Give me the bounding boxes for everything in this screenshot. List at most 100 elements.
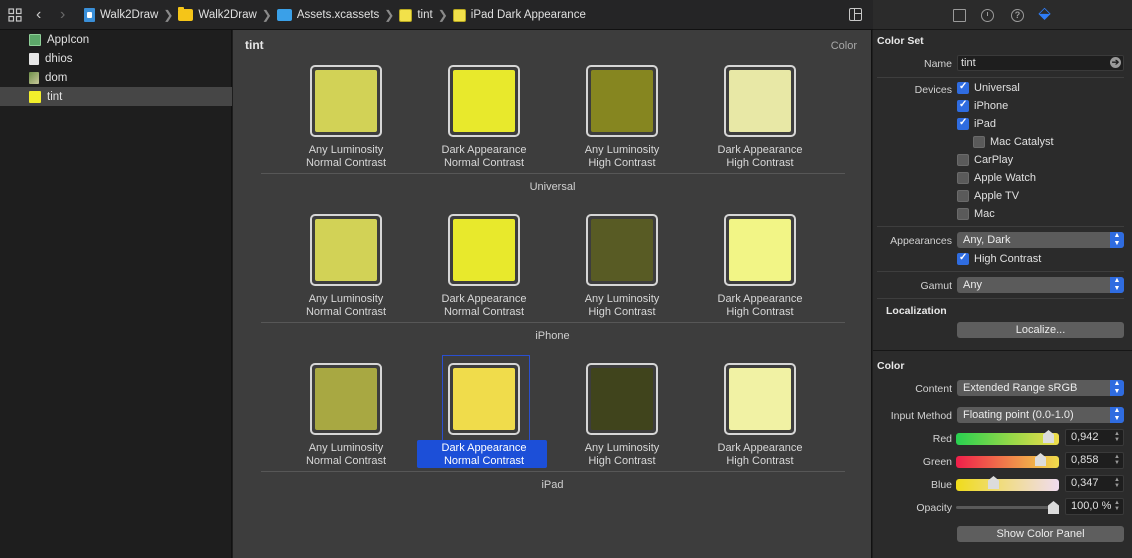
green-label: Green xyxy=(922,456,952,468)
navigator-item-tint[interactable]: tint xyxy=(0,87,232,106)
color-well[interactable]: Any Luminosity High Contrast xyxy=(561,363,681,473)
forward-chevron-icon[interactable]: › xyxy=(60,6,65,24)
localize-button[interactable]: Localize... xyxy=(957,322,1124,338)
blue-label: Blue xyxy=(930,479,952,491)
breadcrumb-item-project[interactable]: Walk2Draw xyxy=(84,8,158,22)
section-title-localization: Localization xyxy=(886,305,947,317)
checkbox-label: CarPlay xyxy=(974,154,1014,166)
breadcrumb-item-folder[interactable]: Walk2Draw xyxy=(178,7,257,21)
breadcrumb-item-assets[interactable]: Assets.xcassets xyxy=(276,9,379,21)
popup-chevrons-icon: ▲ ▼ xyxy=(1110,232,1124,248)
history-inspector-icon[interactable] xyxy=(981,9,994,22)
color-well[interactable]: Any Luminosity Normal Contrast xyxy=(285,214,405,324)
appearances-popup[interactable]: Any, Dark ▲ ▼ xyxy=(957,232,1124,248)
color-well[interactable]: Any Luminosity Normal Contrast xyxy=(285,363,405,473)
breadcrumb-item-tint[interactable]: tint xyxy=(399,8,433,22)
image-thumbnail-icon xyxy=(29,71,39,84)
breadcrumb-separator-icon: ❯ xyxy=(437,8,448,22)
content-label: Content xyxy=(915,383,952,395)
go-arrow-icon[interactable]: ➔ xyxy=(1110,57,1121,68)
divider xyxy=(877,271,1124,272)
group-label-ipad: iPad xyxy=(541,479,564,491)
device-ipad-checkbox[interactable]: iPad xyxy=(957,117,996,130)
navigator-item-appicon[interactable]: AppIcon xyxy=(0,30,232,49)
blue-slider[interactable] xyxy=(956,476,1059,491)
well-label-line1: Dark Appearance xyxy=(441,293,527,305)
color-well[interactable]: Any Luminosity Normal Contrast xyxy=(285,65,405,175)
well-label-line1: Any Luminosity xyxy=(584,144,660,156)
related-items-grid-icon[interactable] xyxy=(8,8,22,22)
slider-knob-icon[interactable] xyxy=(988,476,999,489)
opacity-slider[interactable] xyxy=(956,501,1059,514)
asset-catalog-icon xyxy=(276,9,292,21)
gamut-popup[interactable]: Any ▲ ▼ xyxy=(957,277,1124,293)
color-swatch xyxy=(591,368,653,430)
well-label: Any Luminosity High Contrast xyxy=(561,442,683,468)
color-set-icon xyxy=(452,8,466,22)
color-well-selected[interactable]: Dark Appearance Normal Contrast xyxy=(417,355,547,473)
device-universal-checkbox[interactable]: Universal xyxy=(957,81,1020,94)
checkbox-checked-icon xyxy=(957,81,969,94)
inspector-tab-bar: ? ⬙ xyxy=(873,0,1132,30)
color-well[interactable]: Dark Appearance Normal Contrast xyxy=(423,214,543,324)
stepper-icon[interactable]: ▲ ▼ xyxy=(1113,454,1121,467)
blue-value-field[interactable]: 0,347 ▲ ▼ xyxy=(1065,475,1124,492)
well-label: Dark Appearance High Contrast xyxy=(699,144,821,170)
opacity-value-field[interactable]: 100,0 % ▲ ▼ xyxy=(1065,498,1124,515)
device-apple-tv-checkbox[interactable]: Apple TV xyxy=(957,190,1019,202)
back-chevron-icon[interactable]: ‹ xyxy=(36,6,41,24)
slider-knob-icon[interactable] xyxy=(1035,453,1046,466)
name-label: Name xyxy=(923,58,952,70)
navigator-item-dom[interactable]: dom xyxy=(0,68,232,87)
color-swatch xyxy=(315,219,377,281)
stepper-icon[interactable]: ▲ ▼ xyxy=(1113,500,1121,513)
green-slider[interactable] xyxy=(956,453,1059,468)
checkbox-unchecked-icon xyxy=(957,208,969,220)
breadcrumb-item-appearance[interactable]: iPad Dark Appearance xyxy=(452,8,586,22)
well-label-line1: Dark Appearance xyxy=(441,442,527,454)
name-value: tint xyxy=(961,57,976,69)
well-label: Any Luminosity High Contrast xyxy=(561,293,683,319)
device-iphone-checkbox[interactable]: iPhone xyxy=(957,99,1008,112)
color-well[interactable]: Dark Appearance Normal Contrast xyxy=(423,65,543,175)
attributes-inspector-icon[interactable]: ⬙ xyxy=(1038,6,1051,22)
color-well[interactable]: Any Luminosity High Contrast xyxy=(561,214,681,324)
stepper-icon[interactable]: ▲ ▼ xyxy=(1113,431,1121,444)
content-popup[interactable]: Extended Range sRGB ▲ ▼ xyxy=(957,380,1124,396)
show-color-panel-button[interactable]: Show Color Panel xyxy=(957,526,1124,542)
name-field[interactable]: tint ➔ xyxy=(957,55,1124,71)
asset-kind-label: Color xyxy=(830,40,857,52)
opacity-label: Opacity xyxy=(916,502,952,514)
device-mac-checkbox[interactable]: Mac xyxy=(957,208,995,220)
red-slider[interactable] xyxy=(956,430,1059,445)
stepper-icon[interactable]: ▲ ▼ xyxy=(1113,477,1121,490)
red-value-field[interactable]: 0,942 ▲ ▼ xyxy=(1065,429,1124,446)
green-value-field[interactable]: 0,858 ▲ ▼ xyxy=(1065,452,1124,469)
quick-help-icon[interactable]: ? xyxy=(1011,9,1024,22)
slider-knob-icon[interactable] xyxy=(1048,501,1059,514)
device-carplay-checkbox[interactable]: CarPlay xyxy=(957,154,1013,166)
input-method-popup[interactable]: Floating point (0.0-1.0) ▲ ▼ xyxy=(957,407,1124,423)
well-label-line2: High Contrast xyxy=(588,157,656,169)
color-well[interactable]: Any Luminosity High Contrast xyxy=(561,65,681,175)
file-inspector-icon[interactable] xyxy=(953,9,966,22)
color-swatch xyxy=(453,70,515,132)
color-set-title: tint xyxy=(245,38,264,52)
editor-jump-bar: ‹ › Walk2Draw ❯ Walk2Draw ❯ Assets.xcass… xyxy=(0,0,873,30)
section-title-color-set: Color Set xyxy=(877,35,924,47)
color-set-editor: tint Color Any Luminosity Normal Contrast… xyxy=(233,30,872,558)
color-well[interactable]: Dark Appearance High Contrast xyxy=(699,214,819,324)
color-well[interactable]: Dark Appearance High Contrast xyxy=(699,65,819,175)
group-divider xyxy=(261,173,845,174)
slider-knob-icon[interactable] xyxy=(1043,430,1054,443)
add-editor-split-icon[interactable] xyxy=(849,8,862,21)
breadcrumb-separator-icon: ❯ xyxy=(261,8,272,22)
high-contrast-checkbox[interactable]: High Contrast xyxy=(957,252,1041,265)
device-apple-watch-checkbox[interactable]: Apple Watch xyxy=(957,172,1036,184)
device-mac-catalyst-checkbox[interactable]: Mac Catalyst xyxy=(973,136,1054,148)
group-divider xyxy=(261,322,845,323)
navigator-item-dhios[interactable]: dhios xyxy=(0,49,232,68)
color-well[interactable]: Dark Appearance High Contrast xyxy=(699,363,819,473)
color-set-icon xyxy=(29,90,41,103)
devices-label: Devices xyxy=(914,84,952,96)
